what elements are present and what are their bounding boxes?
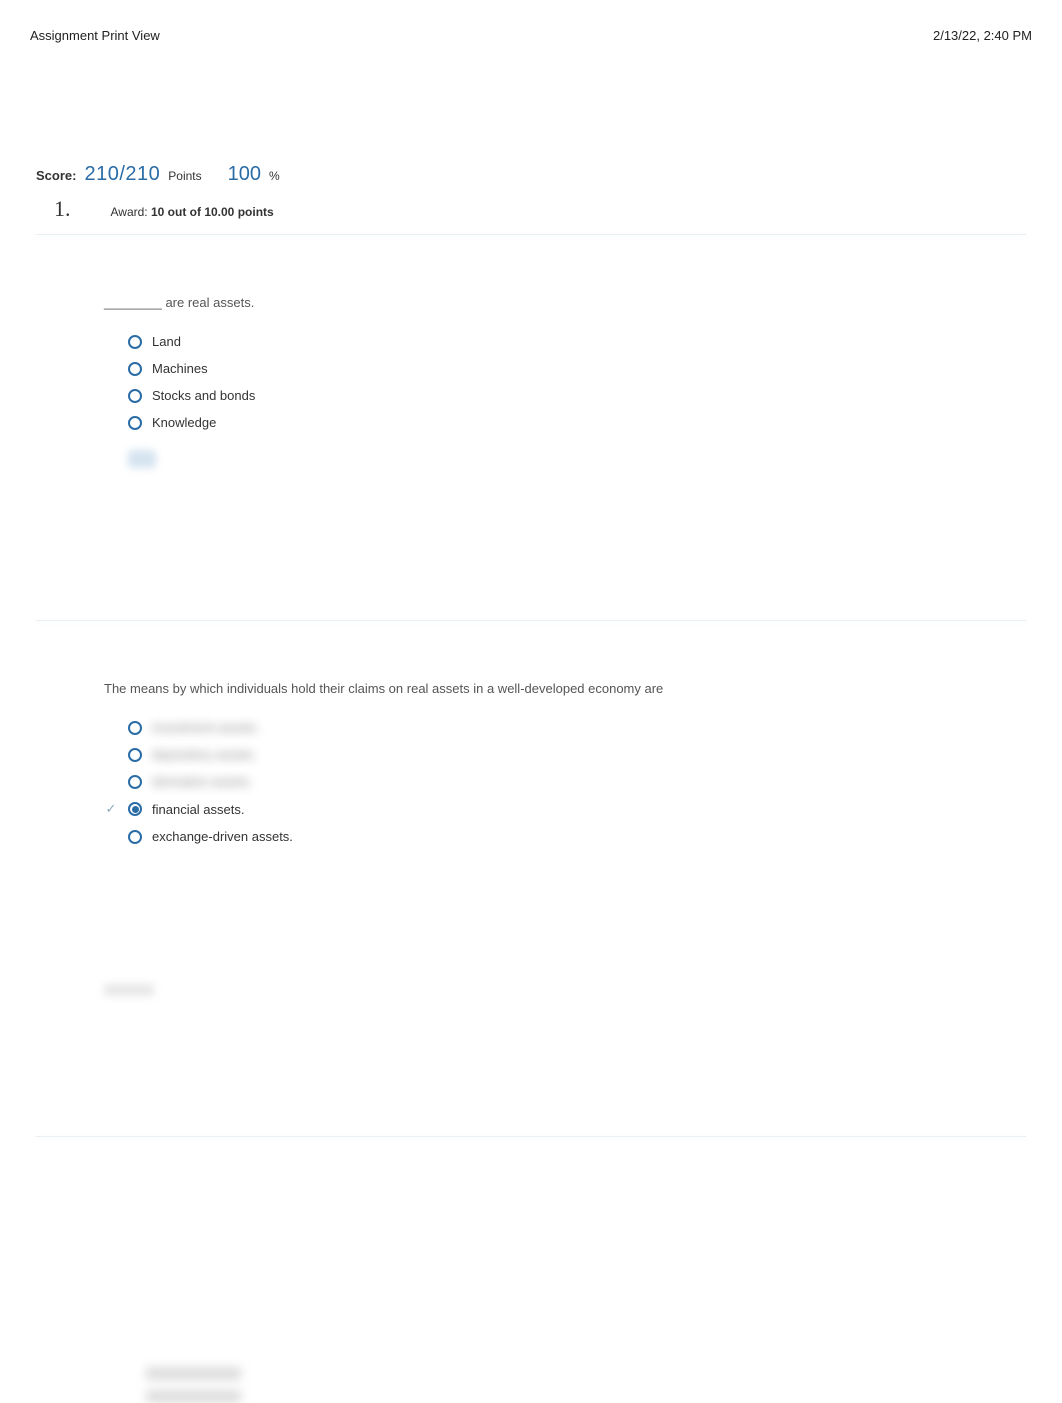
award-value: 10 out of 10.00 [151,205,234,219]
radio-icon [128,335,142,349]
radio-icon [128,362,142,376]
options-list: Land Machines Stocks and bonds Knowledge [104,334,1006,430]
section-divider [36,234,1026,235]
option-row[interactable]: Land [104,334,1006,349]
option-row[interactable]: depository assets. [104,747,1006,762]
radio-icon-selected [128,802,142,816]
question-prompt: The means by which individuals hold thei… [104,681,1006,696]
radio-icon [128,721,142,735]
option-label: Stocks and bonds [152,388,255,403]
option-label: Land [152,334,181,349]
check-icon: ✓ [106,801,117,817]
question-number: 1. [54,196,71,222]
section-divider [36,1136,1026,1137]
option-label: investment assets. [152,720,260,735]
award-suffix: points [238,205,274,219]
option-row[interactable]: Stocks and bonds [104,388,1006,403]
hidden-line [146,1367,241,1380]
option-label: exchange-driven assets. [152,829,293,844]
reference-hidden [104,984,154,996]
score-label: Score: [36,168,76,183]
score-percent-symbol: % [269,169,280,183]
score-points-label: Points [168,169,201,183]
award-text: Award: 10 out of 10.00 points [111,205,274,219]
option-row[interactable]: investment assets. [104,720,1006,735]
question-block-2: The means by which individuals hold thei… [36,681,1026,844]
question-prompt: ________ are real assets. [104,295,1006,310]
option-label: derivative assets. [152,774,252,789]
radio-icon [128,748,142,762]
award-prefix: Award: [111,205,148,219]
option-row[interactable]: derivative assets. [104,774,1006,789]
score-percent: 100 [228,163,261,186]
radio-icon [128,775,142,789]
option-label: depository assets. [152,747,257,762]
hidden-line [146,1390,241,1403]
option-row[interactable]: Knowledge [104,415,1006,430]
page-header: Assignment Print View 2/13/22, 2:40 PM [0,0,1062,53]
option-label: Machines [152,361,208,376]
options-list: investment assets. depository assets. de… [104,720,1006,844]
score-row: Score: 210/210 Points 100 % [36,163,1026,186]
radio-icon [128,830,142,844]
option-row[interactable]: Machines [104,361,1006,376]
question-block-1: ________ are real assets. Land Machines … [36,295,1026,468]
check-slot: ✓ [104,801,118,817]
option-label: financial assets. [152,802,245,817]
award-row: 1. Award: 10 out of 10.00 points [36,196,1026,222]
page-datetime: 2/13/22, 2:40 PM [933,28,1032,43]
section-divider [36,620,1026,621]
radio-icon [128,389,142,403]
option-row[interactable]: ✓ financial assets. [104,801,1006,817]
option-row[interactable]: exchange-driven assets. [104,829,1006,844]
page-title: Assignment Print View [30,28,160,43]
content-area: Score: 210/210 Points 100 % 1. Award: 10… [0,163,1062,1403]
correct-answer-hidden [128,450,156,468]
hidden-content-block [146,1367,1026,1403]
radio-icon [128,416,142,430]
score-value: 210/210 [84,163,160,186]
option-label: Knowledge [152,415,216,430]
